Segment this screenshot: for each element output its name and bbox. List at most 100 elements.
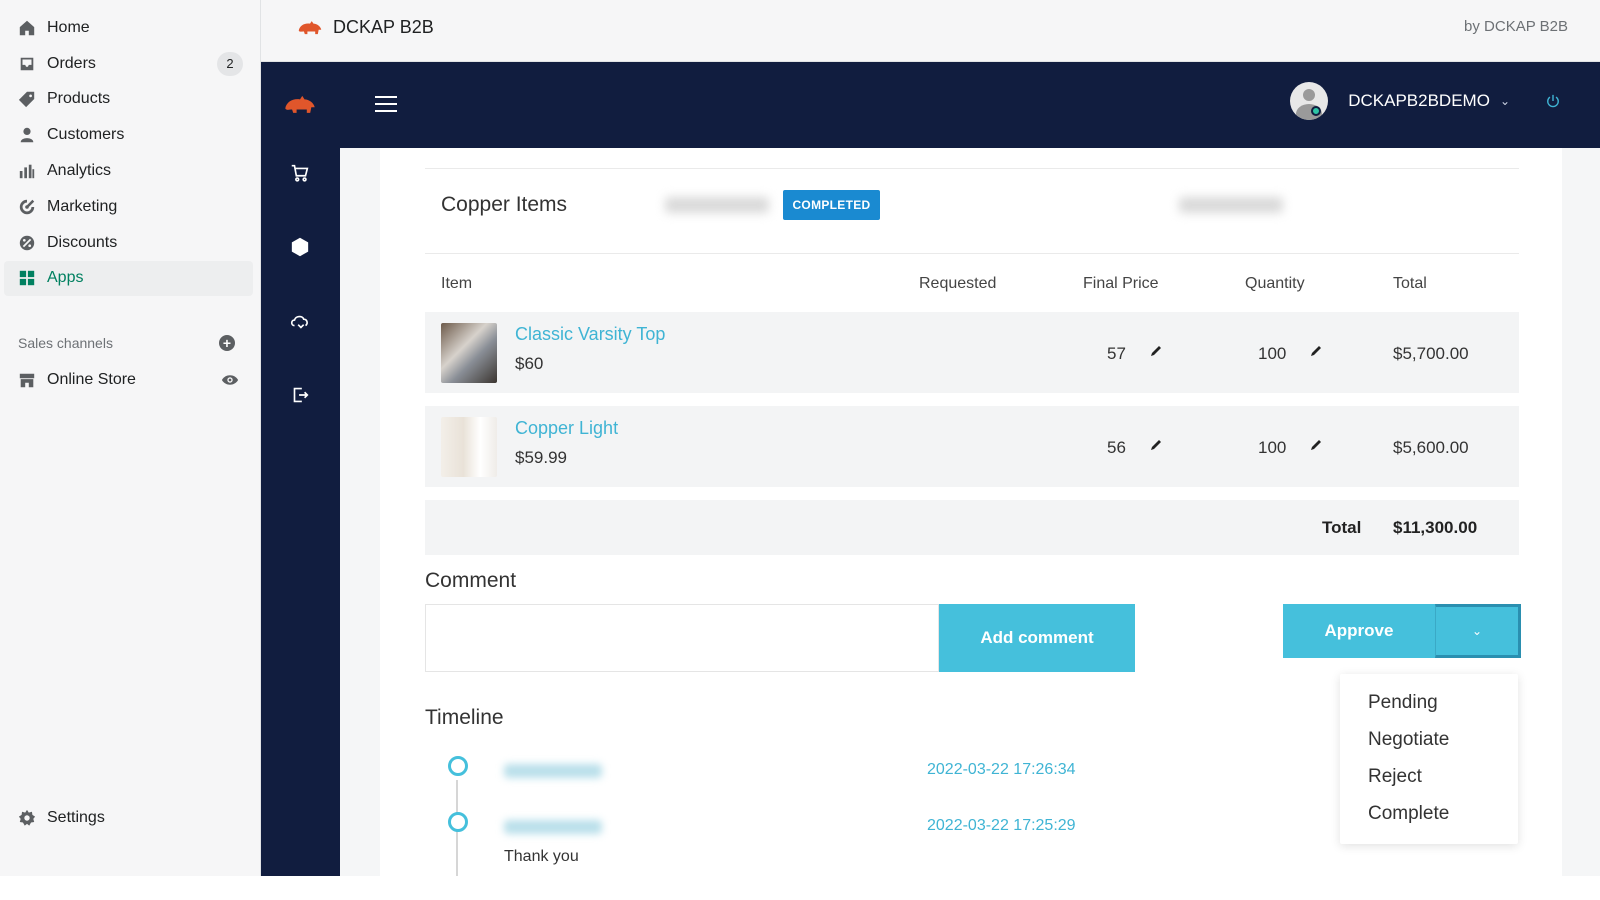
sidebar-item-marketing[interactable]: Marketing xyxy=(0,189,261,225)
menu-item-negotiate[interactable]: Negotiate xyxy=(1368,729,1449,751)
product-name-link[interactable]: Copper Light xyxy=(515,418,618,439)
app-title: DCKAP B2B xyxy=(297,17,434,38)
product-price: $59.99 xyxy=(515,448,567,467)
table-row: Classic Varsity Top $60 57 100 $5,700.00 xyxy=(425,312,1519,393)
timeline-date: 2022-03-22 17:25:29 xyxy=(927,817,1076,834)
gear-icon xyxy=(18,809,36,827)
store-icon xyxy=(18,371,36,389)
timeline-dot xyxy=(448,756,468,776)
row-total: $5,700.00 xyxy=(1393,344,1469,363)
column-header-item: Item xyxy=(441,275,473,292)
grand-total-label: Total xyxy=(1322,518,1362,537)
logout-icon[interactable] xyxy=(289,384,311,406)
final-price-value: 56 xyxy=(1107,438,1126,457)
timeline-heading: Timeline xyxy=(425,706,504,729)
bar-chart-icon xyxy=(18,162,36,180)
app-rail xyxy=(261,148,340,876)
orders-icon xyxy=(18,55,36,73)
product-thumbnail xyxy=(441,417,497,477)
blurred-customer-name xyxy=(665,197,769,213)
cart-icon[interactable] xyxy=(289,162,311,184)
blurred-assignee-name xyxy=(1179,197,1283,213)
hamburger-menu-icon[interactable] xyxy=(375,96,397,114)
comment-heading: Comment xyxy=(425,569,517,592)
sidebar-item-label: Online Store xyxy=(47,370,136,388)
target-icon xyxy=(18,198,36,216)
final-price-value: 57 xyxy=(1107,344,1126,363)
timeline-date: 2022-03-22 17:26:34 xyxy=(927,761,1076,778)
online-store-link[interactable]: Online Store xyxy=(0,362,261,398)
sidebar-item-label: Orders xyxy=(47,54,96,72)
column-header-requested: Requested xyxy=(919,275,997,292)
sidebar-item-home[interactable]: Home xyxy=(0,10,261,46)
rhino-logo-icon[interactable] xyxy=(283,90,317,120)
chevron-down-icon: ⌄ xyxy=(1471,624,1483,638)
sidebar-item-analytics[interactable]: Analytics xyxy=(0,153,261,189)
home-icon xyxy=(18,19,36,37)
product-name-link[interactable]: Classic Varsity Top xyxy=(515,324,665,345)
sidebar-item-label: Apps xyxy=(47,269,84,287)
approve-dropdown-toggle[interactable]: ⌄ xyxy=(1435,604,1521,658)
sidebar-item-settings[interactable]: Settings xyxy=(0,800,261,836)
edit-quantity-icon[interactable] xyxy=(1309,438,1323,452)
edit-quantity-icon[interactable] xyxy=(1309,344,1323,358)
menu-item-reject[interactable]: Reject xyxy=(1368,766,1422,788)
sidebar-item-label: Customers xyxy=(47,126,125,144)
edit-price-icon[interactable] xyxy=(1149,438,1163,452)
approve-button[interactable]: Approve xyxy=(1283,604,1435,658)
shop-sidebar: Home Orders 2 Products Customers Analyti… xyxy=(0,0,261,876)
sidebar-item-online-store[interactable]: Online Store xyxy=(0,362,261,398)
person-icon xyxy=(18,126,36,144)
timeline-note: Thank you xyxy=(504,848,579,865)
product-price: $60 xyxy=(515,354,544,373)
sidebar-item-orders[interactable]: Orders 2 xyxy=(0,46,261,82)
edit-price-icon[interactable] xyxy=(1149,344,1163,358)
blurred-author-name xyxy=(504,764,602,778)
sidebar-item-label: Products xyxy=(47,90,111,108)
blurred-author-name xyxy=(504,820,602,834)
top-bar: DCKAP B2B by DCKAP B2B xyxy=(261,0,1600,62)
online-status-dot xyxy=(1311,106,1321,116)
quote-header: Copper Items COMPLETED xyxy=(425,168,1519,254)
status-badge: COMPLETED xyxy=(783,190,880,220)
menu-item-complete[interactable]: Complete xyxy=(1368,803,1449,825)
sidebar-item-label: Home xyxy=(47,18,90,36)
quote-title: Copper Items xyxy=(441,193,568,216)
shop-nav: Home Orders 2 Products Customers Analyti… xyxy=(0,10,261,297)
comment-input[interactable] xyxy=(425,604,939,672)
user-menu[interactable]: DCKAPB2BDEMO ⌄ xyxy=(1290,82,1560,120)
app-title-text: DCKAP B2B xyxy=(333,17,434,37)
sidebar-item-discounts[interactable]: Discounts xyxy=(0,225,261,261)
row-total: $5,600.00 xyxy=(1393,438,1469,457)
grand-total-row: Total $11,300.00 xyxy=(425,500,1519,555)
add-comment-button[interactable]: Add comment xyxy=(939,604,1135,672)
column-header-final-price: Final Price xyxy=(1083,275,1159,292)
settings-link[interactable]: Settings xyxy=(0,800,261,836)
menu-item-pending[interactable]: Pending xyxy=(1368,692,1438,714)
status-dropdown-menu: Pending Negotiate Reject Complete xyxy=(1340,674,1518,844)
grand-total-value: $11,300.00 xyxy=(1393,518,1478,537)
sidebar-item-products[interactable]: Products xyxy=(0,82,261,118)
sidebar-item-customers[interactable]: Customers xyxy=(0,117,261,153)
tag-icon xyxy=(18,90,36,108)
sidebar-item-label: Discounts xyxy=(47,233,118,251)
sidebar-item-apps[interactable]: Apps xyxy=(4,260,253,297)
add-channel-icon[interactable]: + xyxy=(219,335,235,351)
box-icon[interactable] xyxy=(289,236,311,258)
eye-icon[interactable] xyxy=(221,371,239,389)
sales-channels-heading: Sales channels xyxy=(18,335,113,351)
by-text: by DCKAP B2B xyxy=(1464,18,1568,35)
sidebar-item-label: Marketing xyxy=(47,197,118,215)
orders-count-badge: 2 xyxy=(217,51,243,76)
column-header-quantity: Quantity xyxy=(1245,275,1305,292)
discount-icon xyxy=(18,234,36,252)
table-row: Copper Light $59.99 56 100 $5,600.00 xyxy=(425,406,1519,487)
apps-icon xyxy=(18,269,36,287)
quantity-value: 100 xyxy=(1258,344,1287,363)
power-icon[interactable] xyxy=(1546,94,1560,108)
product-thumbnail xyxy=(441,323,497,383)
column-header-total: Total xyxy=(1393,275,1427,292)
cloud-sync-icon[interactable] xyxy=(289,310,311,332)
chevron-down-icon: ⌄ xyxy=(1499,94,1510,108)
approve-split-button: Approve ⌄ xyxy=(1283,604,1521,658)
